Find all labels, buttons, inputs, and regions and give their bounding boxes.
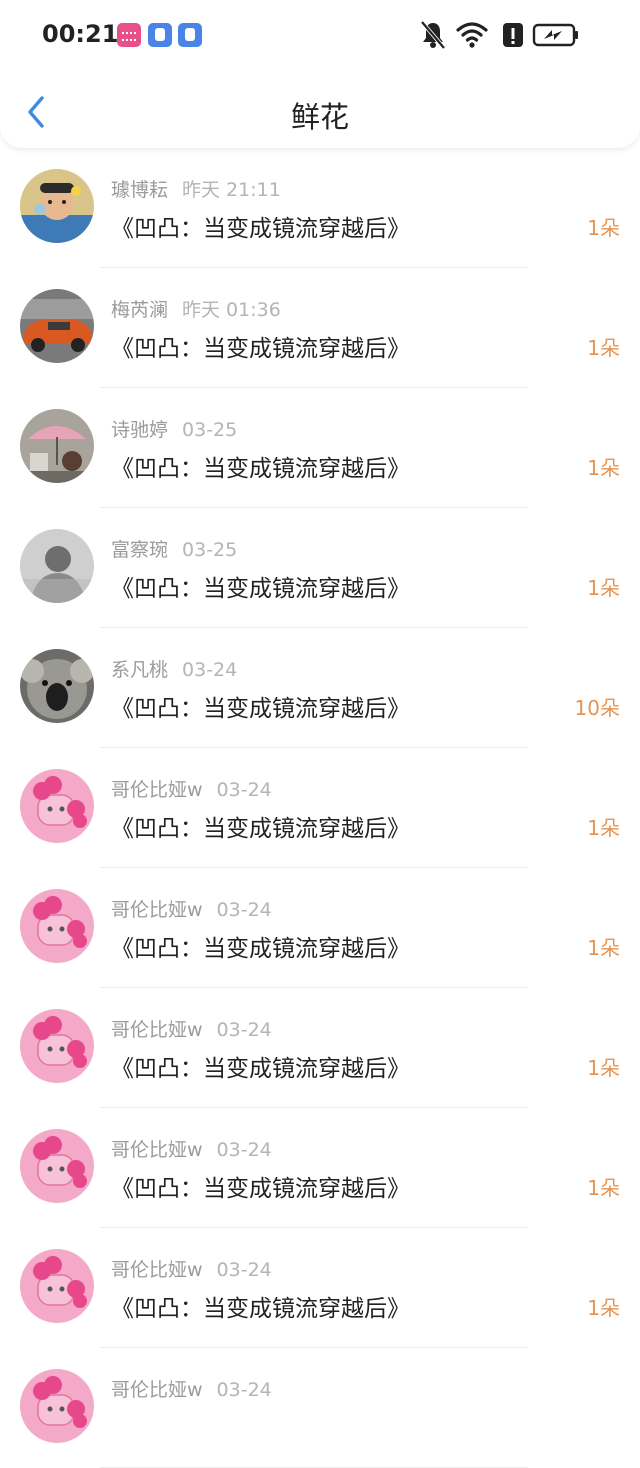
flower-list: 璩博耘 昨天 21:11 《凹凸：当变成镜流穿越后》 1朵 梅芮澜 昨天 01:36 《凹凸… — [0, 148, 640, 1468]
blue-app-icon — [178, 23, 202, 47]
blue-app-icon — [148, 23, 172, 47]
avatar[interactable] — [20, 169, 94, 243]
username-text: 系凡桃 — [111, 659, 169, 681]
username[interactable]: 璩博耘 昨天 21:11 — [111, 175, 281, 202]
username[interactable]: 系凡桃 03-24 — [111, 655, 237, 682]
flower-count: 1朵 — [587, 216, 620, 240]
flower-count: 1朵 — [587, 816, 620, 840]
timestamp: 昨天 21:11 — [182, 179, 281, 201]
username[interactable]: 哥伦比娅w 03-24 — [111, 895, 272, 922]
wifi-icon — [456, 22, 488, 48]
list-item[interactable]: 系凡桃 03-24 《凹凸：当变成镜流穿越后》 10朵 — [0, 628, 640, 748]
username-text: 哥伦比娅w — [111, 1379, 203, 1401]
list-item[interactable]: 璩博耘 昨天 21:11 《凹凸：当变成镜流穿越后》 1朵 — [0, 148, 640, 268]
book-title[interactable]: 《凹凸：当变成镜流穿越后》 — [111, 1289, 410, 1323]
timestamp: 03-24 — [216, 779, 272, 801]
flower-count: 1朵 — [587, 576, 620, 600]
username[interactable]: 哥伦比娅w 03-24 — [111, 1135, 272, 1162]
flower-count: 1朵 — [587, 1296, 620, 1320]
avatar[interactable] — [20, 1009, 94, 1083]
username[interactable]: 哥伦比娅w 03-24 — [111, 1255, 272, 1282]
list-item[interactable]: 哥伦比娅w 03-24 — [0, 1348, 640, 1468]
username[interactable]: 富察琬 03-25 — [111, 535, 237, 562]
avatar[interactable] — [20, 1249, 94, 1323]
timestamp: 03-25 — [182, 419, 238, 441]
timestamp: 03-24 — [216, 899, 272, 921]
book-title[interactable]: 《凹凸：当变成镜流穿越后》 — [111, 809, 410, 843]
username-text: 璩博耘 — [111, 179, 169, 201]
list-item[interactable]: 富察琬 03-25 《凹凸：当变成镜流穿越后》 1朵 — [0, 508, 640, 628]
username-text: 富察琬 — [111, 539, 169, 561]
flower-count: 1朵 — [587, 336, 620, 360]
list-item[interactable]: 哥伦比娅w 03-24 《凹凸：当变成镜流穿越后》 1朵 — [0, 748, 640, 868]
timestamp: 03-24 — [216, 1259, 272, 1281]
timestamp: 03-24 — [216, 1379, 272, 1401]
status-icons — [420, 20, 600, 52]
username[interactable]: 诗驰婷 03-25 — [111, 415, 237, 442]
mute-bell-icon — [420, 20, 446, 50]
book-title[interactable]: 《凹凸：当变成镜流穿越后》 — [111, 1049, 410, 1083]
list-item[interactable]: 哥伦比娅w 03-24 《凹凸：当变成镜流穿越后》 1朵 — [0, 988, 640, 1108]
bilibili-icon — [117, 23, 141, 47]
flower-count: 1朵 — [587, 1176, 620, 1200]
book-title[interactable]: 《凹凸：当变成镜流穿越后》 — [111, 329, 410, 363]
username-text: 哥伦比娅w — [111, 1139, 203, 1161]
timestamp: 03-24 — [216, 1019, 272, 1041]
list-item[interactable]: 哥伦比娅w 03-24 《凹凸：当变成镜流穿越后》 1朵 — [0, 1228, 640, 1348]
avatar[interactable] — [20, 889, 94, 963]
timestamp: 03-24 — [216, 1139, 272, 1161]
username[interactable]: 哥伦比娅w 03-24 — [111, 1015, 272, 1042]
timestamp: 昨天 01:36 — [182, 299, 281, 321]
username[interactable]: 哥伦比娅w 03-24 — [111, 1375, 272, 1402]
list-item[interactable]: 诗驰婷 03-25 《凹凸：当变成镜流穿越后》 1朵 — [0, 388, 640, 508]
timestamp: 03-25 — [182, 539, 238, 561]
nav-bar: 鲜花 — [0, 80, 640, 144]
list-item[interactable]: 梅芮澜 昨天 01:36 《凹凸：当变成镜流穿越后》 1朵 — [0, 268, 640, 388]
timestamp: 03-24 — [182, 659, 238, 681]
username-text: 哥伦比娅w — [111, 899, 203, 921]
battery-charging-icon — [532, 23, 578, 47]
book-title[interactable]: 《凹凸：当变成镜流穿越后》 — [111, 689, 410, 723]
username-text: 诗驰婷 — [111, 419, 169, 441]
avatar[interactable] — [20, 529, 94, 603]
username-text: 哥伦比娅w — [111, 1259, 203, 1281]
avatar[interactable] — [20, 289, 94, 363]
username-text: 梅芮澜 — [111, 299, 169, 321]
username-text: 哥伦比娅w — [111, 1019, 203, 1041]
flower-count: 1朵 — [587, 936, 620, 960]
book-title[interactable]: 《凹凸：当变成镜流穿越后》 — [111, 209, 410, 243]
book-title[interactable]: 《凹凸：当变成镜流穿越后》 — [111, 929, 410, 963]
status-bar: 00:21 — [0, 0, 640, 72]
book-title[interactable]: 《凹凸：当变成镜流穿越后》 — [111, 1169, 410, 1203]
avatar[interactable] — [20, 1129, 94, 1203]
username[interactable]: 梅芮澜 昨天 01:36 — [111, 295, 281, 322]
page-title: 鲜花 — [290, 100, 349, 134]
avatar[interactable] — [20, 649, 94, 723]
avatar[interactable] — [20, 409, 94, 483]
username-text: 哥伦比娅w — [111, 779, 203, 801]
flower-count: 1朵 — [587, 456, 620, 480]
list-item[interactable]: 哥伦比娅w 03-24 《凹凸：当变成镜流穿越后》 1朵 — [0, 868, 640, 988]
username[interactable]: 哥伦比娅w 03-24 — [111, 775, 272, 802]
avatar[interactable] — [20, 1369, 94, 1443]
status-time: 00:21 — [42, 20, 119, 48]
alert-icon — [503, 23, 523, 47]
book-title[interactable]: 《凹凸：当变成镜流穿越后》 — [111, 449, 410, 483]
flower-count: 1朵 — [587, 1056, 620, 1080]
book-title[interactable]: 《凹凸：当变成镜流穿越后》 — [111, 569, 410, 603]
top-bar: 00:21 鲜花 — [0, 0, 640, 148]
list-item[interactable]: 哥伦比娅w 03-24 《凹凸：当变成镜流穿越后》 1朵 — [0, 1108, 640, 1228]
flower-count: 10朵 — [574, 696, 620, 720]
avatar[interactable] — [20, 769, 94, 843]
